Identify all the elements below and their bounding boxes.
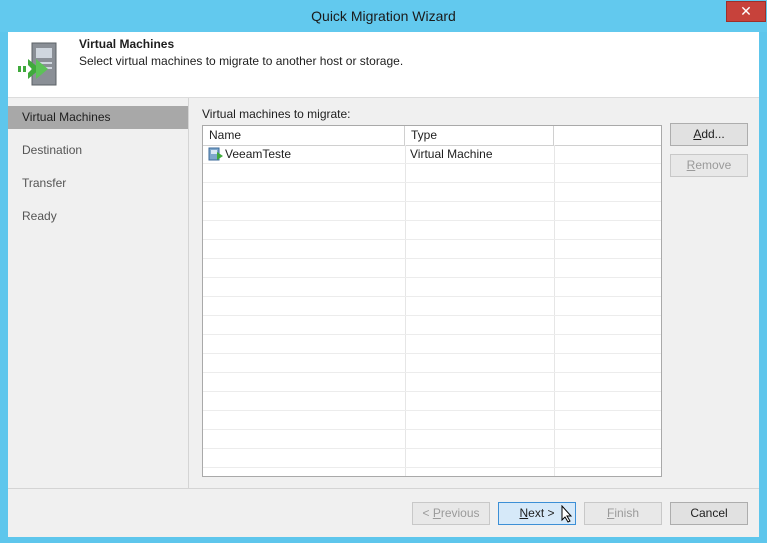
cancel-button[interactable]: Cancel bbox=[670, 502, 748, 525]
title-bar: Quick Migration Wizard ✕ bbox=[0, 0, 767, 32]
vm-selection-panel: Virtual machines to migrate: Name Type V… bbox=[188, 98, 759, 488]
table-row bbox=[203, 392, 661, 411]
table-row bbox=[203, 449, 661, 468]
table-row bbox=[203, 221, 661, 240]
previous-button-mnemonic: P bbox=[432, 506, 441, 520]
table-row bbox=[203, 183, 661, 202]
next-button-mnemonic: N bbox=[519, 506, 529, 520]
table-row bbox=[203, 240, 661, 259]
add-button[interactable]: Add... bbox=[670, 123, 748, 146]
step-destination[interactable]: Destination bbox=[8, 139, 188, 162]
vm-name-cell: VeeamTeste bbox=[225, 147, 292, 161]
step-ready[interactable]: Ready bbox=[8, 205, 188, 228]
table-row bbox=[203, 373, 661, 392]
vm-migrate-icon bbox=[18, 42, 57, 86]
table-row bbox=[203, 430, 661, 449]
table-row bbox=[203, 411, 661, 430]
step-virtual-machines[interactable]: Virtual Machines bbox=[8, 106, 188, 129]
table-row bbox=[203, 316, 661, 335]
step-transfer[interactable]: Transfer bbox=[8, 172, 188, 195]
vm-type-cell: Virtual Machine bbox=[410, 147, 493, 161]
add-button-label: dd... bbox=[701, 127, 725, 141]
wizard-window: Virtual Machines Select virtual machines… bbox=[8, 32, 759, 537]
next-button-label: ext > bbox=[528, 506, 555, 520]
vm-list-header: Name Type bbox=[203, 126, 661, 146]
page-subtitle: Select virtual machines to migrate to an… bbox=[79, 54, 404, 68]
column-header-name[interactable]: Name bbox=[203, 126, 405, 145]
table-row[interactable]: VeeamTeste Virtual Machine bbox=[203, 145, 661, 164]
remove-button[interactable]: Remove bbox=[670, 154, 748, 177]
previous-button[interactable]: < Previous bbox=[412, 502, 490, 525]
remove-button-label: emove bbox=[695, 158, 732, 172]
table-row bbox=[203, 278, 661, 297]
wizard-steps: Virtual Machines Destination Transfer Re… bbox=[8, 98, 189, 488]
finish-button[interactable]: Finish bbox=[584, 502, 662, 525]
wizard-footer: < Previous Next > Finish Cancel bbox=[8, 488, 759, 537]
vm-list-label: Virtual machines to migrate: bbox=[202, 107, 351, 121]
close-button[interactable]: ✕ bbox=[726, 1, 766, 22]
mouse-cursor-icon bbox=[561, 505, 573, 523]
table-row bbox=[203, 259, 661, 278]
wizard-header: Virtual Machines Select virtual machines… bbox=[8, 32, 759, 98]
table-row bbox=[203, 202, 661, 221]
previous-button-arrow: < bbox=[422, 506, 433, 520]
vm-icon bbox=[208, 147, 223, 161]
table-row bbox=[203, 297, 661, 316]
remove-button-mnemonic: R bbox=[686, 158, 696, 172]
page-title: Virtual Machines bbox=[79, 37, 175, 51]
table-row bbox=[203, 354, 661, 373]
column-header-type[interactable]: Type bbox=[405, 126, 554, 145]
window-title: Quick Migration Wizard bbox=[311, 8, 456, 24]
previous-button-label: revious bbox=[440, 506, 480, 520]
vm-list[interactable]: Name Type VeeamTeste Virtual Machine bbox=[202, 125, 662, 477]
table-row bbox=[203, 335, 661, 354]
table-row bbox=[203, 164, 661, 183]
finish-button-label: inish bbox=[614, 506, 640, 520]
